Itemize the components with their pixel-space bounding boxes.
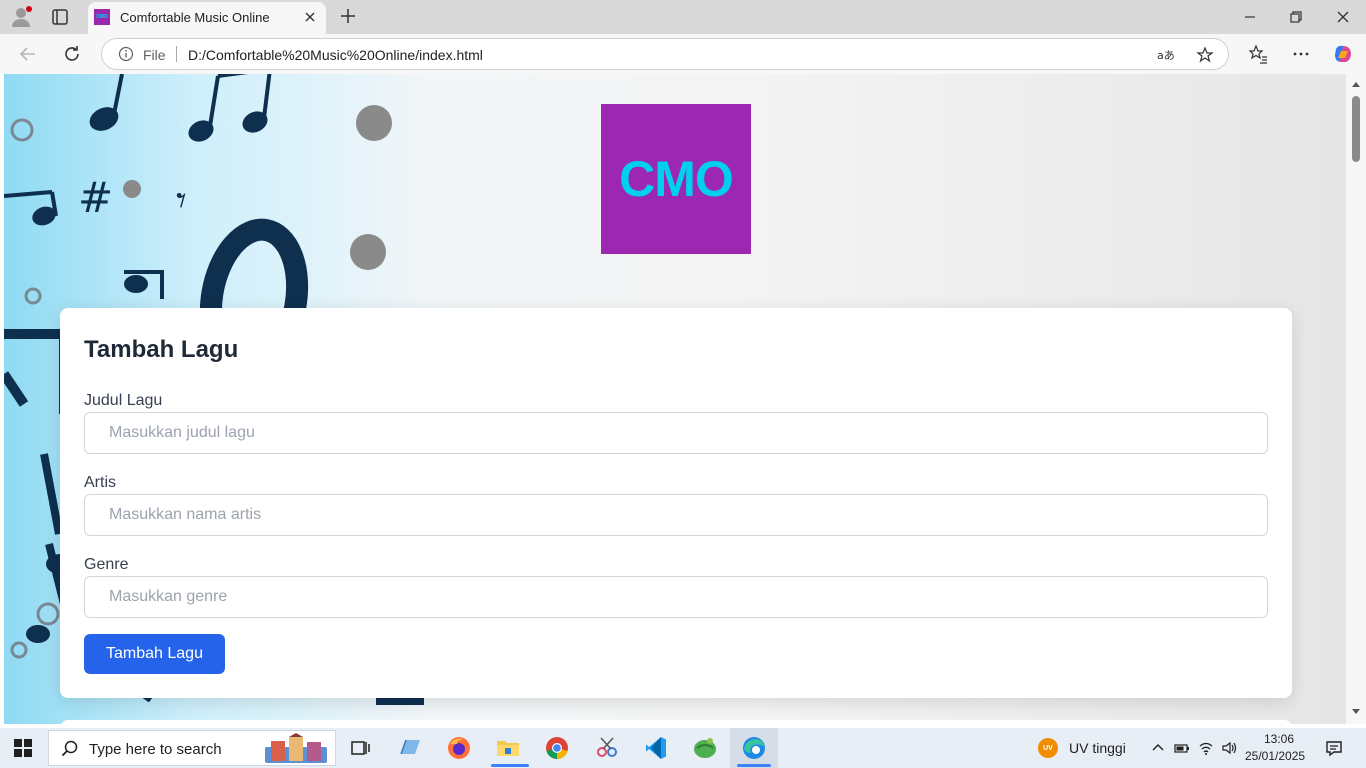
file-explorer-icon[interactable] — [494, 734, 522, 762]
tab-comfortable-music[interactable]: CMO Comfortable Music Online — [88, 2, 326, 34]
genre-label: Genre — [84, 556, 129, 573]
wifi-icon[interactable] — [1198, 740, 1214, 756]
add-song-button[interactable]: Tambah Lagu — [84, 634, 225, 674]
show-hidden-icons-icon[interactable] — [1150, 740, 1166, 756]
url-text[interactable]: D:/Comfortable%20Music%20Online/index.ht… — [188, 47, 483, 63]
windows-taskbar: Type here to search UV UV tinggi 13:06 2… — [0, 728, 1366, 768]
firefox-icon[interactable] — [445, 734, 473, 762]
page-viewport: # 𝄾 CMO Tambah Lagu Judul Lagu Masukkan … — [4, 74, 1346, 724]
chrome-icon[interactable] — [543, 734, 571, 762]
scroll-thumb[interactable] — [1352, 96, 1360, 162]
file-label: File — [143, 47, 166, 63]
copilot-icon[interactable] — [1332, 43, 1354, 65]
battery-icon[interactable] — [1174, 740, 1190, 756]
browser-toolbar: File D:/Comfortable%20Music%20Online/ind… — [0, 34, 1366, 74]
favicon: CMO — [94, 9, 110, 25]
new-tab-icon[interactable] — [338, 6, 358, 26]
close-tab-icon[interactable] — [302, 9, 318, 25]
form-title: Tambah Lagu — [84, 336, 239, 363]
read-aloud-icon[interactable]: aあ — [1156, 46, 1174, 64]
artist-label: Artis — [84, 474, 116, 491]
svg-text:𝄾: 𝄾 — [176, 178, 187, 224]
separator — [176, 46, 177, 62]
info-icon[interactable] — [118, 46, 134, 62]
search-highlight-icon — [265, 733, 327, 763]
song-title-input[interactable] — [84, 412, 1268, 454]
clock-time[interactable]: 13:06 — [1262, 732, 1296, 746]
clock-date[interactable]: 25/01/2025 — [1245, 749, 1305, 763]
genre-input[interactable] — [84, 576, 1268, 618]
close-window-icon[interactable] — [1331, 5, 1355, 29]
artist-input[interactable] — [84, 494, 1268, 536]
tab-actions-icon[interactable] — [50, 7, 70, 27]
song-list-card — [60, 720, 1292, 724]
svg-text:aあ: aあ — [1157, 49, 1174, 62]
vscode-icon[interactable] — [642, 734, 670, 762]
logo-text: CMO — [619, 151, 734, 207]
profile-icon[interactable] — [10, 6, 32, 28]
cmo-logo: CMO — [601, 104, 751, 254]
favorite-star-icon[interactable] — [1196, 46, 1214, 64]
search-icon — [61, 740, 78, 757]
tab-title: Comfortable Music Online — [120, 10, 270, 25]
refresh-icon[interactable] — [60, 42, 84, 66]
edge-active-indicator — [737, 764, 771, 767]
windows-start-icon[interactable] — [14, 739, 32, 757]
scroll-up-icon[interactable] — [1351, 80, 1361, 90]
scroll-down-icon[interactable] — [1351, 706, 1361, 716]
taskbar-search[interactable]: Type here to search — [48, 730, 336, 766]
weather-text[interactable]: UV tinggi — [1069, 740, 1126, 756]
back-icon[interactable] — [16, 42, 40, 66]
browser-tab-bar: CMO Comfortable Music Online — [0, 0, 1366, 34]
search-placeholder: Type here to search — [89, 741, 222, 758]
edge-icon[interactable] — [740, 734, 768, 762]
song-title-label: Judul Lagu — [84, 392, 163, 409]
volume-icon[interactable] — [1221, 740, 1237, 756]
address-bar[interactable]: File D:/Comfortable%20Music%20Online/ind… — [101, 38, 1229, 70]
snipping-tool-icon[interactable] — [593, 734, 621, 762]
file-explorer-pane-icon[interactable] — [396, 734, 424, 762]
favorites-icon[interactable] — [1247, 43, 1269, 65]
add-song-form: Tambah Lagu Judul Lagu Artis Genre Tamba… — [60, 308, 1292, 698]
svg-text:#: # — [78, 173, 113, 222]
more-menu-icon[interactable] — [1290, 43, 1312, 65]
page-scrollbar[interactable] — [1346, 74, 1366, 724]
git-client-icon[interactable] — [691, 734, 719, 762]
restore-icon[interactable] — [1284, 5, 1308, 29]
notifications-icon[interactable] — [1325, 739, 1343, 757]
task-view-icon[interactable] — [346, 734, 374, 762]
file-explorer-active-indicator — [491, 764, 529, 767]
minimize-icon[interactable] — [1238, 5, 1262, 29]
weather-uv-icon[interactable]: UV — [1038, 738, 1058, 758]
